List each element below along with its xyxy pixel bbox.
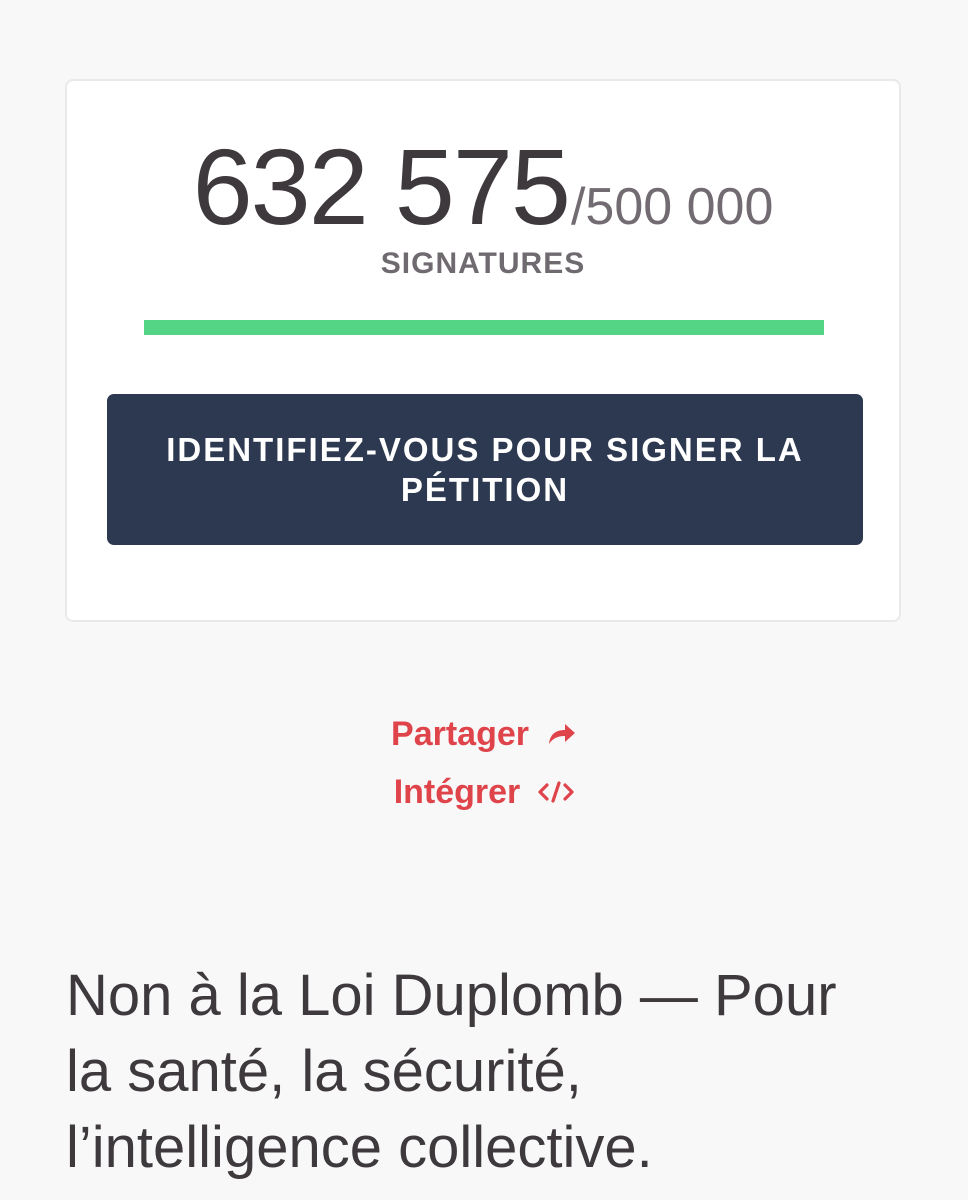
share-link[interactable]: Partager xyxy=(391,705,577,763)
sign-petition-button[interactable]: IDENTIFIEZ-VOUS POUR SIGNER LA PÉTITION xyxy=(107,394,863,545)
signature-card: 632 575/500 000 SIGNATURES IDENTIFIEZ-VO… xyxy=(65,79,901,622)
signature-counter: 632 575/500 000 xyxy=(67,133,899,241)
share-links: Partager Intégrer xyxy=(0,705,968,821)
signature-count: 632 575 xyxy=(192,126,571,247)
share-label: Partager xyxy=(391,715,529,753)
code-icon xyxy=(538,780,574,804)
share-arrow-icon xyxy=(547,722,577,746)
petition-page: 632 575/500 000 SIGNATURES IDENTIFIEZ-VO… xyxy=(0,0,968,1200)
embed-link[interactable]: Intégrer xyxy=(394,763,575,821)
petition-title: Non à la Loi Duplomb — Pour la santé, la… xyxy=(66,963,837,1180)
progress-bar-fill xyxy=(144,320,824,335)
signatures-label: SIGNATURES xyxy=(380,247,586,280)
embed-label: Intégrer xyxy=(393,773,521,811)
signature-goal: /500 000 xyxy=(570,178,774,236)
progress-bar xyxy=(144,320,824,335)
